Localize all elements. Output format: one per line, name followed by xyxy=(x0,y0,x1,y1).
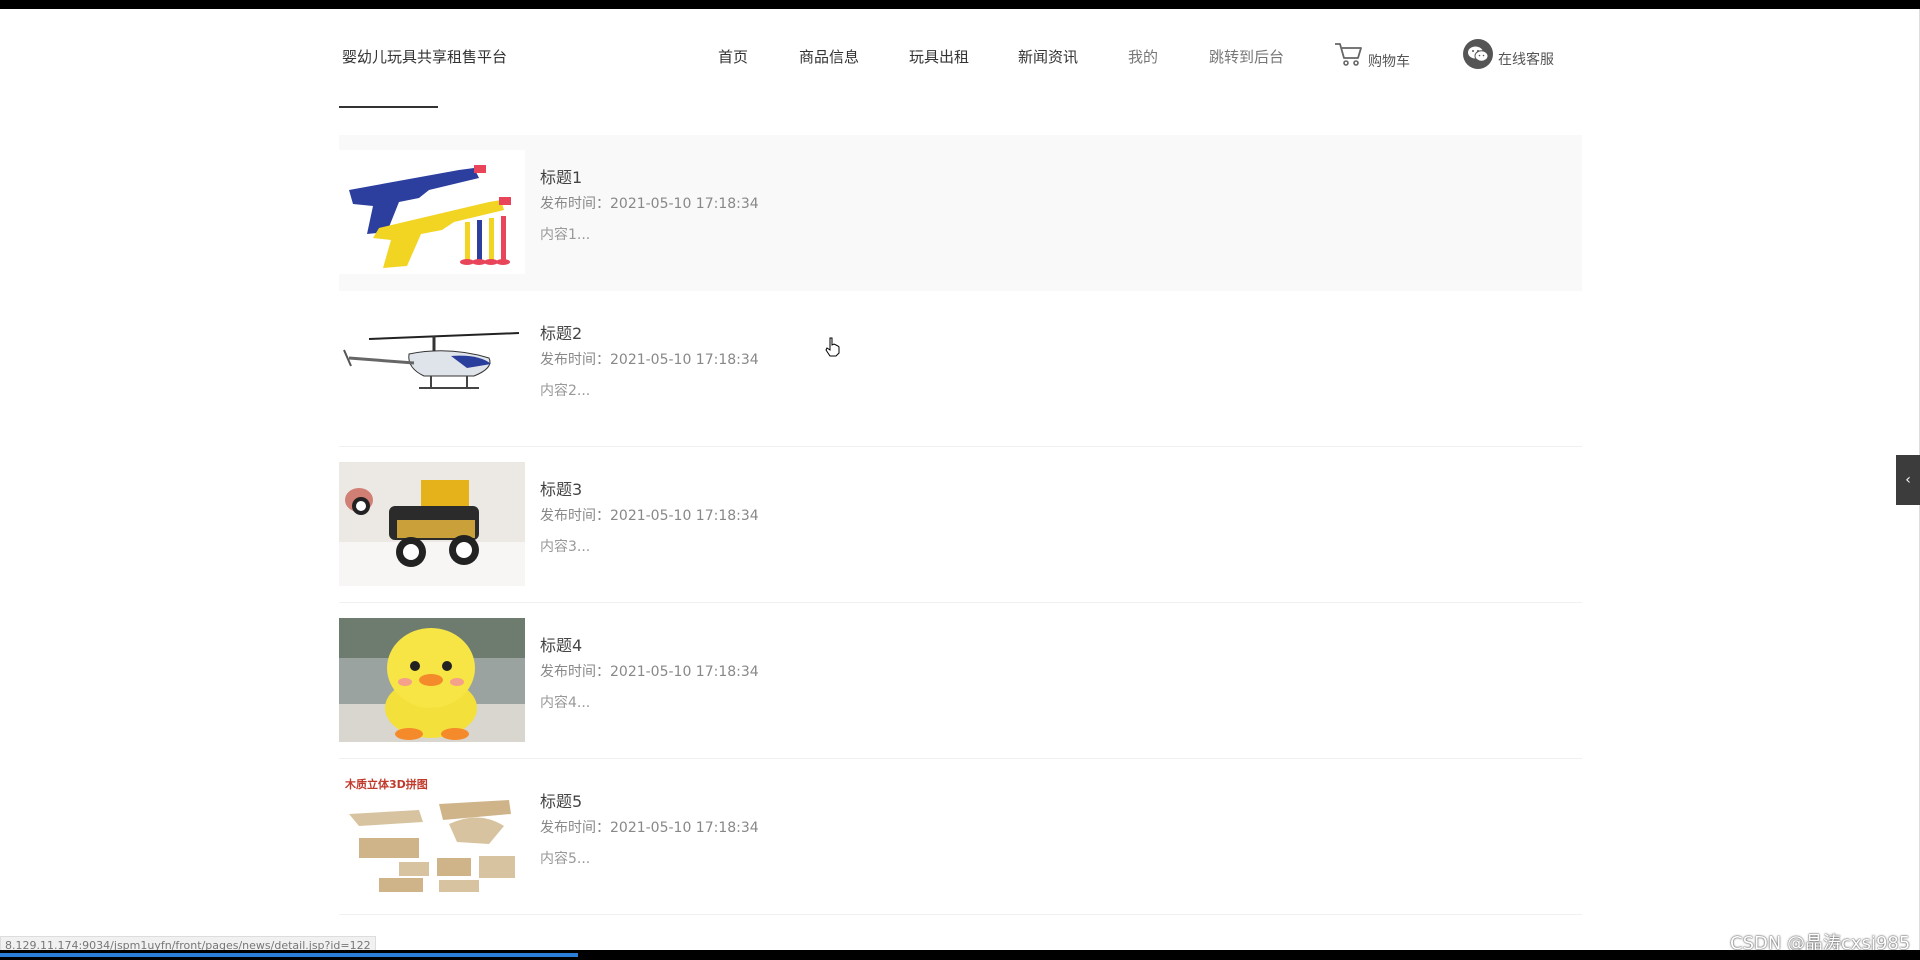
wooden-puzzle-image: 木质立体3D拼图 xyxy=(339,774,525,898)
toy-duck-image xyxy=(339,618,525,742)
news-title[interactable]: 标题4 xyxy=(540,632,582,656)
toy-guns-image xyxy=(339,150,525,274)
date-value: 2021-05-10 17:18:34 xyxy=(610,820,759,836)
window-top-bar xyxy=(0,0,1920,9)
service-label: 在线客服 xyxy=(1498,52,1554,68)
news-title[interactable]: 标题5 xyxy=(540,788,582,812)
date-label: 发布时间： xyxy=(540,508,610,524)
wechat-icon xyxy=(1463,39,1493,69)
news-excerpt: 内容2... xyxy=(540,383,591,399)
nav-toy-rental[interactable]: 玩具出租 xyxy=(909,46,969,67)
date-value: 2021-05-10 17:18:34 xyxy=(610,196,759,212)
side-panel-toggle[interactable]: ‹ xyxy=(1896,455,1920,505)
news-item[interactable]: 标题4 发布时间：2021-05-10 17:18:34 内容4... xyxy=(339,603,1582,759)
news-item[interactable]: 标题2 发布时间：2021-05-10 17:18:34 内容2... xyxy=(339,291,1582,447)
news-list: 标题1 发布时间：2021-05-10 17:18:34 内容1... 标题2 … xyxy=(339,135,1582,915)
puzzle-caption: 木质立体3D拼图 xyxy=(344,777,428,791)
hand-cursor-icon xyxy=(825,337,841,361)
date-label: 发布时间： xyxy=(540,664,610,680)
nav-admin[interactable]: 跳转到后台 xyxy=(1209,46,1284,67)
news-item[interactable]: 标题1 发布时间：2021-05-10 17:18:34 内容1... xyxy=(339,135,1582,291)
news-date: 发布时间：2021-05-10 17:18:34 xyxy=(540,193,759,213)
cart-link[interactable]: 购物车 xyxy=(1334,41,1410,71)
date-label: 发布时间： xyxy=(540,820,610,836)
nav-home[interactable]: 首页 xyxy=(718,46,748,67)
chevron-left-icon: ‹ xyxy=(1905,472,1911,488)
news-excerpt: 内容5... xyxy=(540,851,591,867)
online-service-link[interactable]: 在线客服 xyxy=(1463,39,1554,69)
scroll-indicator xyxy=(0,953,578,957)
news-excerpt: 内容3... xyxy=(540,539,591,555)
nav-mine[interactable]: 我的 xyxy=(1128,46,1158,67)
date-label: 发布时间： xyxy=(540,352,610,368)
news-date: 发布时间：2021-05-10 17:18:34 xyxy=(540,661,759,681)
nav-products[interactable]: 商品信息 xyxy=(799,46,859,67)
news-date: 发布时间：2021-05-10 17:18:34 xyxy=(540,817,759,837)
news-date: 发布时间：2021-05-10 17:18:34 xyxy=(540,505,759,525)
cart-icon xyxy=(1334,41,1364,71)
news-title[interactable]: 标题1 xyxy=(540,164,582,188)
date-value: 2021-05-10 17:18:34 xyxy=(610,508,759,524)
news-item[interactable]: 木质立体3D拼图 标题5 发布时间：2021-05-10 17:18:34 内容… xyxy=(339,759,1582,915)
news-excerpt: 内容4... xyxy=(540,695,591,711)
date-label: 发布时间： xyxy=(540,196,610,212)
news-title[interactable]: 标题2 xyxy=(540,320,582,344)
news-title[interactable]: 标题3 xyxy=(540,476,582,500)
section-underline xyxy=(339,106,438,108)
site-title[interactable]: 婴幼儿玩具共享租售平台 xyxy=(342,46,507,67)
toy-helicopter-image xyxy=(339,306,525,430)
toy-car-image xyxy=(339,462,525,586)
date-value: 2021-05-10 17:18:34 xyxy=(610,664,759,680)
site-header: 婴幼儿玩具共享租售平台 首页 商品信息 玩具出租 新闻资讯 我的 跳转到后台 购… xyxy=(0,9,1920,89)
news-date: 发布时间：2021-05-10 17:18:34 xyxy=(540,349,759,369)
date-value: 2021-05-10 17:18:34 xyxy=(610,352,759,368)
news-excerpt: 内容1... xyxy=(540,227,591,243)
news-item[interactable]: 标题3 发布时间：2021-05-10 17:18:34 内容3... xyxy=(339,447,1582,603)
nav-news[interactable]: 新闻资讯 xyxy=(1018,46,1078,67)
cart-label: 购物车 xyxy=(1368,54,1410,70)
window-bottom-bar xyxy=(0,950,1920,960)
